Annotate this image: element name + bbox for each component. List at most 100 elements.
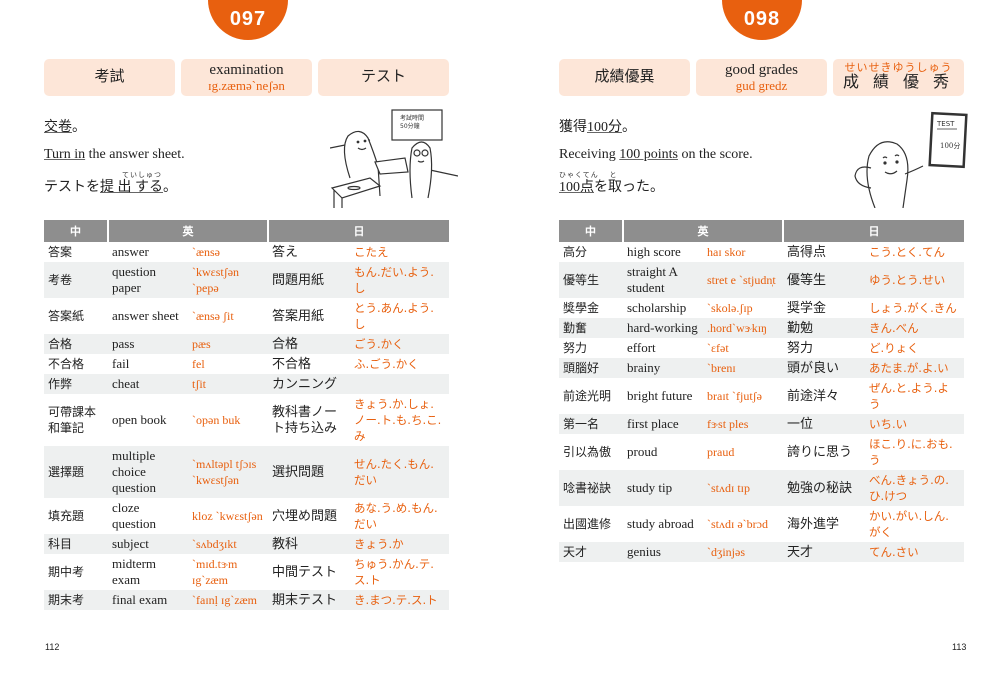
vocabulary-table: 中 英 日 高分 high score haɪ skor 高得点 こう.とく.てん 優等生… (559, 220, 964, 562)
cell-kana (350, 374, 449, 394)
cell-kana: あたま.が.よ.い (865, 358, 964, 378)
table-row: 科目 subject `sʌbdʒɪkt 教科 きょう.か (44, 534, 449, 554)
header-chinese: 考試 (44, 59, 175, 96)
example-chinese-keyword: 100分 (587, 120, 622, 135)
table-row: 合格 pass pæs 合格 ごう.かく (44, 334, 449, 354)
cell-ipa: .hord`wɝkɪŋ (703, 318, 783, 338)
example-chinese-keyword: 交卷 (44, 120, 72, 135)
cell-english: fail (112, 356, 130, 371)
svg-text:考試時間: 考試時間 (400, 114, 424, 122)
cell-english: cloze question (112, 500, 157, 531)
column-header-english: 英 (107, 220, 268, 242)
column-header-english: 英 (622, 220, 783, 242)
cell-chinese: 第一名 (559, 414, 623, 434)
cell-english: bright future (627, 388, 693, 403)
cell-japanese: 教科書ノート持ち込み (272, 404, 338, 435)
header-english-ipa: ɪg.zæmə`neʃən (208, 77, 285, 93)
cell-chinese: 高分 (563, 245, 588, 259)
cell-chinese: 作弊 (44, 374, 108, 394)
cell-japanese: 努力 (787, 340, 814, 355)
example-english-post: the answer sheet. (85, 147, 185, 162)
cell-japanese: 答え (272, 244, 299, 259)
cell-japanese: 一位 (783, 414, 865, 434)
cell-kana: き.まつ.テ.ス.ト (350, 590, 449, 610)
test-paper-title: TEST (936, 120, 955, 128)
cell-english: midterm exam (112, 556, 157, 587)
cell-japanese: 中間テスト (272, 564, 338, 579)
cell-english: answer sheet (112, 308, 179, 323)
cell-chinese: 天才 (559, 542, 623, 562)
cell-chinese: 引以為傲 (563, 445, 612, 459)
cell-ipa: fɝst ples (703, 414, 783, 434)
cell-ipa: haɪ skor (707, 245, 746, 259)
cell-chinese: 不合格 (48, 357, 85, 371)
example-japanese-keyword: 提 出 する (100, 180, 163, 195)
column-header-japanese: 日 (782, 220, 964, 242)
cell-japanese: 勤勉 (783, 318, 865, 338)
table-row: 前途光明 bright future braɪt `fjutʃə 前途洋々 ぜん.と.よ… (559, 378, 964, 414)
table-row: 可帶課本和筆記 open book `opən buk 教科書ノート持ち込み きょう.か… (44, 394, 449, 446)
cell-ipa: fel (192, 357, 205, 371)
cell-japanese: 期末テスト (268, 590, 350, 610)
cell-kana: せん.たく.もん.だい (350, 446, 449, 498)
example-chinese: 獲得100分。 (559, 121, 636, 135)
cell-kana: こたえ (354, 245, 389, 259)
header-english-text: examination (209, 61, 284, 78)
cell-chinese: 頭腦好 (559, 358, 623, 378)
table-row: 獎學金 scholarship `skolə.ʃɪp 奨学金 しょう.がく.きん (559, 298, 964, 318)
cell-chinese: 選擇題 (44, 446, 108, 498)
two-characters-handing-paper-illustration: 考試時間 50分鐘 (329, 108, 459, 208)
cell-ipa: `brenɪ (703, 358, 783, 378)
header-chinese: 成績優異 (559, 59, 690, 96)
cell-kana: ふ.ごう.かく (354, 357, 419, 371)
cell-ipa: braɪt `fjutʃə (707, 389, 762, 403)
cell-english: multiple choice question (108, 446, 188, 498)
cell-japanese: 選択問題 (268, 446, 350, 498)
header-japanese-text: テスト (360, 68, 406, 85)
table-header-row: 中 英 日 (44, 220, 449, 242)
cell-chinese: 填充題 (48, 509, 85, 523)
cell-ipa: `stʌdɪ tɪp (703, 470, 783, 506)
cell-kana: べん.きょう.の.ひ.けつ (865, 470, 964, 506)
table-row: 選擇題 multiple choice question `mʌltəpl tʃɔɪ… (44, 446, 449, 498)
example-japanese-post: を取った。 (594, 180, 664, 195)
cell-chinese: 期末考 (44, 590, 108, 610)
example-japanese-post: 。 (163, 180, 177, 195)
cell-english: straight A student (623, 262, 703, 298)
page-number: 113 (952, 642, 967, 652)
entry-number-badge: 098 (722, 0, 802, 40)
cell-japanese: 勉強の秘訣 (783, 470, 865, 506)
header-english: examination ɪg.zæmə`neʃən (181, 59, 312, 96)
cell-ipa: `faɪnḷ ɪg`zæm (188, 590, 268, 610)
cell-japanese: 不合格 (272, 356, 312, 371)
cell-english: study tip (623, 470, 703, 506)
header-english: good grades gud gredz (696, 59, 827, 96)
cell-chinese: 優等生 (559, 262, 623, 298)
table-row: 第一名 first place fɝst ples 一位 いち.い (559, 414, 964, 434)
cell-english: pass (108, 334, 188, 354)
cell-ipa: `ɛfət (707, 341, 729, 355)
cell-ipa: pæs (188, 334, 268, 354)
column-header-japanese: 日 (267, 220, 449, 242)
example-chinese-pre: 獲得 (559, 120, 587, 135)
cell-kana: ゆう.とう.せい (865, 262, 964, 298)
table-row: 期末考 final exam `faɪnḷ ɪg`zæm 期末テスト き.まつ.テ.ス.… (44, 590, 449, 610)
table-row: 出國進修 study abroad `stʌdɪ ə`brɔd 海外進学 かい.がい.し… (559, 506, 964, 542)
cell-kana: てん.さい (865, 542, 964, 562)
test-paper-score: 100分 (940, 141, 960, 150)
cell-chinese: 可帶課本和筆記 (48, 405, 97, 435)
cell-japanese: 頭が良い (783, 358, 865, 378)
term-header: 成績優異 good grades gud gredz せいせきゆうしゅう 成 績… (559, 59, 964, 96)
left-page: 097 考試 examination ɪg.zæmə`neʃən テスト 交卷。… (0, 0, 500, 677)
cell-chinese: 答案 (48, 245, 73, 259)
table-row: 期中考 midterm exam `mɪd.tɝm ɪg`zæm 中間テスト ちゅう.か… (44, 554, 449, 590)
cell-japanese: 高得点 (787, 244, 827, 259)
cell-kana: いち.い (865, 414, 964, 434)
cell-kana: ど.りょく (869, 341, 919, 355)
cell-english: question paper (108, 262, 188, 298)
page-number: 112 (45, 642, 60, 652)
cell-kana: きょう.か.しょ.ノー.ト.も.ち.こ.み (354, 397, 442, 443)
header-chinese-text: 考試 (94, 68, 125, 85)
example-english-keyword: 100 points (619, 147, 678, 162)
header-english-ipa: gud gredz (735, 77, 788, 93)
